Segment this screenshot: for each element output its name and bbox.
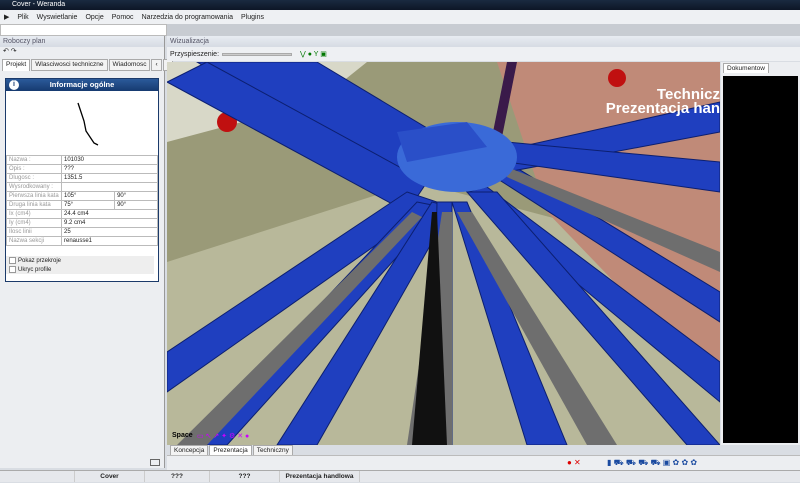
- property-label: Dlugosc :: [6, 173, 62, 183]
- table-row: Nazwa :101030: [6, 155, 158, 165]
- space-label: Space: [172, 432, 193, 439]
- property-label: Ilosc linii: [6, 227, 62, 237]
- status-bar: Cover ??? ??? Prezentacja handlowa: [0, 470, 800, 482]
- menu-opcje[interactable]: Opcje: [85, 14, 103, 21]
- hide-profiles-checkbox[interactable]: Ukryc profile: [6, 265, 154, 274]
- table-row: Iy (cm4) 9.2 cm4: [6, 218, 158, 228]
- documents-view: [723, 76, 798, 443]
- record-icon[interactable]: ● ✕: [567, 458, 581, 467]
- table-row: Wysrodkowany :: [6, 182, 158, 192]
- property-value[interactable]: 25: [61, 227, 158, 237]
- overlay-presentation: Prezentacja han: [605, 100, 720, 117]
- property-value[interactable]: [61, 182, 158, 192]
- tab-dokumentow[interactable]: Dokumentow: [723, 63, 769, 73]
- speed-slider[interactable]: [222, 52, 293, 56]
- documents-panel: Dokumentow: [721, 62, 800, 445]
- panel-title: Roboczy plan: [0, 36, 164, 47]
- bottom-toolbar: ● ✕ ▮ ⛟ ⛟ ⛟ ⛟ ▣ ✿ ✿ ✿: [167, 455, 800, 470]
- play-icon[interactable]: ▶: [4, 13, 9, 21]
- info-icon: i: [9, 80, 19, 90]
- property-label: Opis :: [6, 164, 62, 174]
- tab-wiadomosc[interactable]: Wiadomosc: [108, 59, 151, 71]
- table-row: Druga linia kata 75° 90°: [6, 200, 158, 210]
- status-1: ???: [145, 471, 210, 482]
- speed-label: Przyspieszenie:: [170, 50, 220, 58]
- tab-scroll-left[interactable]: ‹: [151, 59, 162, 71]
- table-row: Ilosc linii 25: [6, 227, 158, 237]
- camera-tools-icon[interactable]: ▮ ⛟ ⛟ ⛟ ⛟ ▣ ✿ ✿ ✿: [607, 458, 697, 468]
- status-2: ???: [210, 471, 280, 482]
- viz-header: Wizualizacja Przyspieszenie: ⋁ ● Y ▣: [167, 36, 800, 62]
- table-row: Dlugosc :1351.5: [6, 173, 158, 183]
- menu-wyswietlanie[interactable]: Wyswietlanie: [37, 14, 78, 21]
- table-row: Ix (cm4) 24.4 cm4: [6, 209, 158, 219]
- table-row: Nazwa sekcji renausse1: [6, 236, 158, 246]
- property-label: Nazwa sekcji: [6, 236, 62, 246]
- property-value[interactable]: renausse1: [61, 236, 158, 246]
- toolbar-strip: [167, 24, 800, 36]
- property-value[interactable]: 75°: [60, 200, 116, 210]
- property-label: Pierwsza linia kata: [6, 191, 62, 201]
- space-tools-icon[interactable]: ▭ ↖ ↗ ✦ ⚙ ✕ ●: [197, 432, 249, 440]
- profile-preview: [77, 102, 99, 146]
- tab-wlasciwosci[interactable]: Wlasciwosci techniczne: [31, 59, 108, 71]
- property-label: Nazwa :: [6, 155, 62, 165]
- property-label: Ix (cm4): [6, 209, 62, 219]
- title-bar: Cover - Weranda: [0, 0, 800, 10]
- table-row: Pierwsza linia kata 105° 90°: [6, 191, 158, 201]
- property-value[interactable]: ???: [61, 164, 158, 174]
- property-value[interactable]: 105°: [60, 191, 116, 201]
- property-value[interactable]: 9.2 cm4: [61, 218, 158, 228]
- tab-projekt[interactable]: Projekt: [2, 59, 31, 71]
- 3d-viewport[interactable]: Technicz Prezentacja han Space ▭ ↖ ↗ ✦ ⚙ …: [167, 62, 720, 445]
- view-tools-icon[interactable]: ⋁ ● Y ▣: [300, 50, 327, 58]
- property-label: Druga linia kata: [6, 200, 62, 210]
- property-value[interactable]: 24.4 cm4: [61, 209, 158, 219]
- viz-title: Wizualizacja: [167, 36, 800, 47]
- properties-table: Nazwa :101030 Opis :??? Dlugosc :1351.5 Wys…: [6, 155, 158, 246]
- show-sections-checkbox[interactable]: Pokaz przekroje: [6, 256, 154, 265]
- info-box: i Informacje ogólne Nazwa :101030 Opis :??…: [5, 78, 159, 282]
- info-title: Informacje ogólne: [49, 80, 115, 89]
- layout-icon[interactable]: [150, 459, 160, 466]
- window-title: Cover - Weranda: [12, 1, 66, 8]
- property-label: Iy (cm4): [6, 218, 62, 228]
- address-field[interactable]: [0, 24, 167, 36]
- menu-bar: ▶ Plik Wyswietlanie Opcje Pomoc Narzedzi…: [0, 10, 800, 24]
- menu-plugins[interactable]: Plugins: [241, 14, 264, 21]
- menu-narzedzia[interactable]: Narzedzia do programowania: [142, 14, 233, 21]
- property-label: Wysrodkowany :: [6, 182, 62, 192]
- property-value[interactable]: 101030: [61, 155, 158, 165]
- property-value[interactable]: 1351.5: [61, 173, 158, 183]
- status-mode: Prezentacja handlowa: [280, 471, 360, 482]
- property-value[interactable]: 90°: [114, 191, 158, 201]
- menu-plik[interactable]: Plik: [17, 14, 28, 21]
- menu-pomoc[interactable]: Pomoc: [112, 14, 134, 21]
- status-app: Cover: [75, 471, 145, 482]
- table-row: Opis :???: [6, 164, 158, 174]
- property-value[interactable]: 90°: [114, 200, 158, 210]
- undo-icon[interactable]: ↶ ↷: [0, 47, 164, 57]
